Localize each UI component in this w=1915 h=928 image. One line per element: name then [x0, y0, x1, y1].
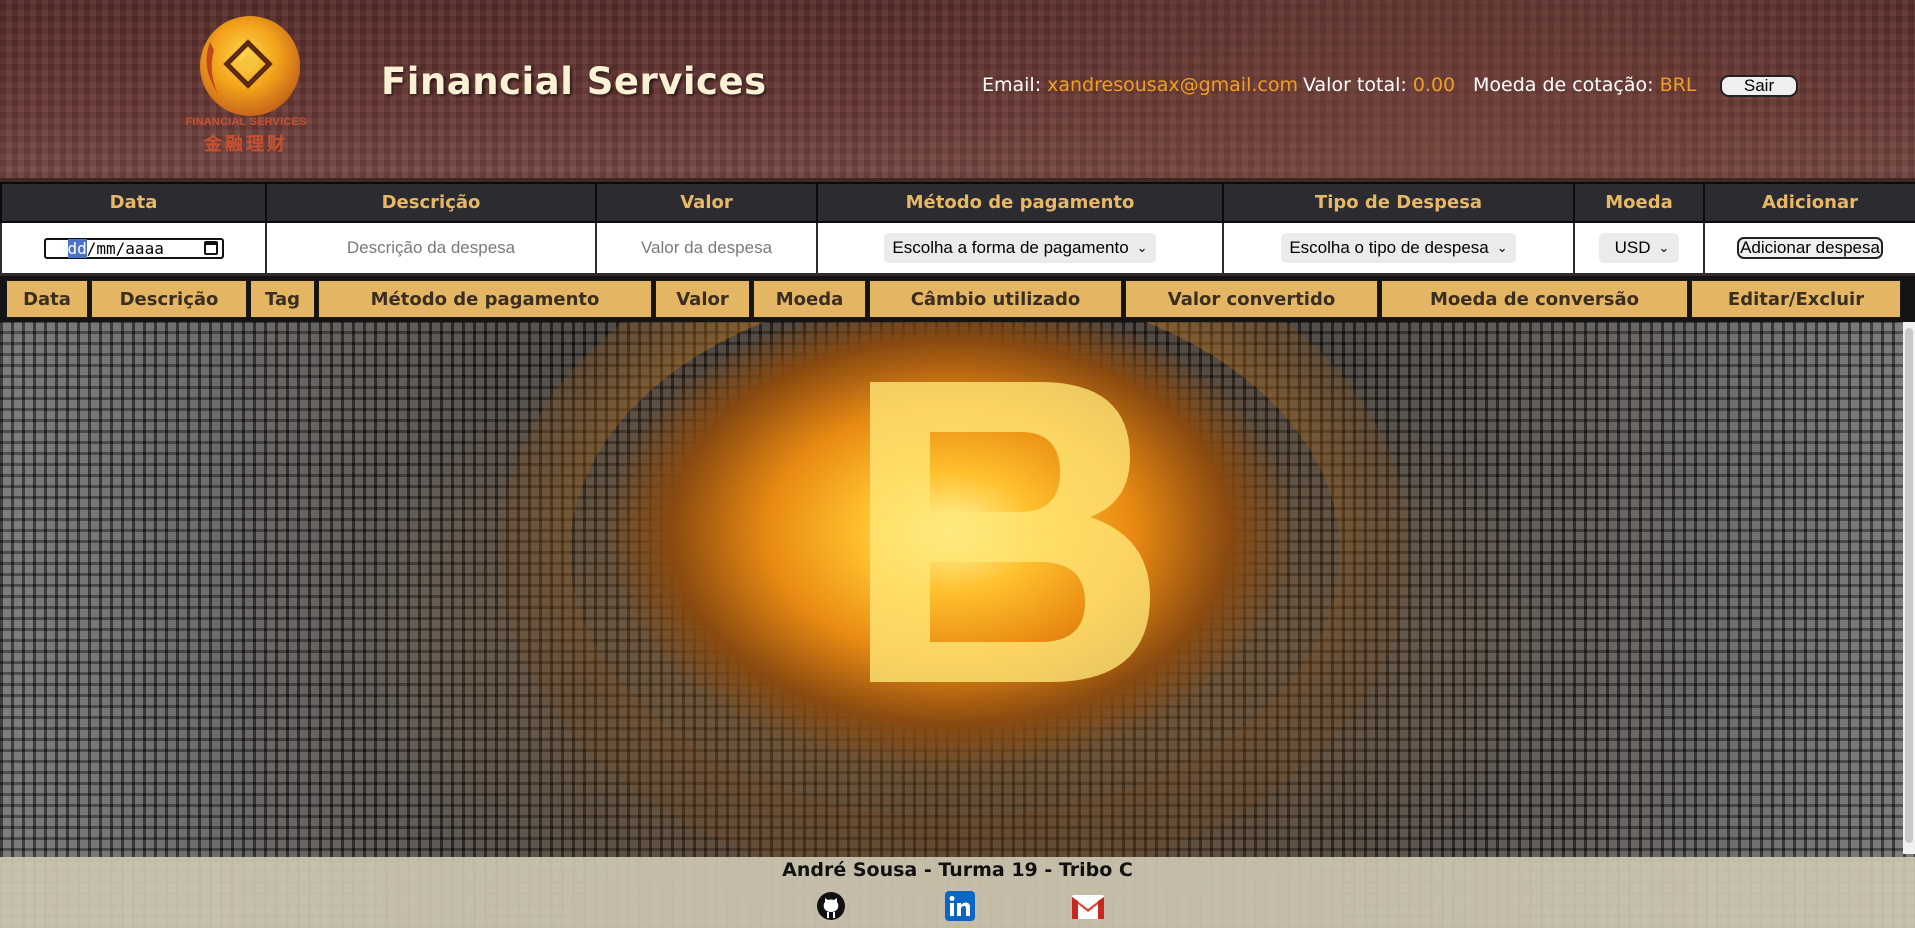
currency-select[interactable]: USD ⌄	[1598, 233, 1680, 263]
form-col-add: Adicionar	[1703, 182, 1915, 223]
chevron-down-icon: ⌄	[1496, 240, 1508, 255]
currency-display: Moeda de cotação: BRL	[1473, 74, 1696, 96]
form-col-value: Valor	[595, 182, 818, 223]
total-label: Valor total:	[1303, 74, 1407, 96]
date-cell: dd/mm/aaaa	[0, 221, 267, 275]
page-title: Financial Services	[381, 60, 767, 103]
type-cell: Escolha o tipo de despesa ⌄	[1222, 221, 1575, 275]
value-cell: Valor da despesa	[595, 221, 818, 275]
value-input[interactable]: Valor da despesa	[641, 238, 772, 257]
table-col-edit-delete: Editar/Excluir	[1691, 280, 1901, 318]
page-footer: André Sousa - Turma 19 - Tribo C	[0, 857, 1915, 928]
total-value: 0.00	[1412, 74, 1456, 96]
payment-cell: Escolha a forma de pagamento ⌄	[816, 221, 1224, 275]
description-input[interactable]: Descrição da despesa	[347, 238, 515, 257]
table-col-exchange-rate: Câmbio utilizado	[869, 280, 1122, 318]
table-col-value: Valor	[655, 280, 750, 318]
chevron-down-icon: ⌄	[1136, 240, 1148, 255]
expense-type-select[interactable]: Escolha o tipo de despesa ⌄	[1281, 233, 1516, 263]
linkedin-icon[interactable]	[945, 891, 975, 921]
bitcoin-symbol-icon	[500, 322, 1410, 887]
form-col-payment-method: Método de pagamento	[816, 182, 1224, 223]
total-display: Valor total: 0.00	[1303, 74, 1455, 96]
currency-label: Moeda de cotação:	[1473, 74, 1654, 96]
date-rest-segment[interactable]: /mm/aaaa	[87, 239, 164, 258]
expense-table: Data Descrição Tag Método de pagamento V…	[0, 276, 1915, 322]
currency-value: BRL	[1659, 74, 1697, 96]
bitcoin-background-image	[0, 322, 1915, 928]
table-col-payment-method: Método de pagamento	[318, 280, 652, 318]
logo-text-cn: 金融理财	[204, 134, 288, 154]
date-day-segment[interactable]: dd	[67, 238, 87, 258]
expense-type-value: Escolha o tipo de despesa	[1289, 238, 1489, 257]
email-label: Email:	[982, 74, 1042, 96]
calendar-icon[interactable]	[203, 241, 218, 255]
table-col-description: Descrição	[91, 280, 247, 318]
form-col-date: Data	[0, 182, 267, 223]
chevron-down-icon: ⌄	[1658, 240, 1670, 255]
table-col-conversion-currency: Moeda de conversão	[1381, 280, 1688, 318]
github-icon[interactable]	[816, 891, 846, 921]
payment-method-value: Escolha a forma de pagamento	[892, 238, 1129, 257]
date-input[interactable]: dd/mm/aaaa	[43, 237, 224, 259]
description-cell: Descrição da despesa	[265, 221, 597, 275]
email-value: xandresousax@gmail.com	[1047, 74, 1298, 96]
form-col-expense-type: Tipo de Despesa	[1222, 182, 1575, 223]
payment-method-select[interactable]: Escolha a forma de pagamento ⌄	[884, 233, 1156, 263]
email-display: Email: xandresousax@gmail.com	[982, 74, 1298, 96]
scrollbar-thumb[interactable]	[1905, 328, 1913, 843]
logout-button[interactable]: Sair	[1720, 75, 1798, 97]
financial-services-logo: FINANCIAL SERVICES 金融理财	[178, 12, 314, 158]
expense-form: Data Descrição Valor Método de pagamento…	[0, 182, 1915, 275]
table-col-converted-value: Valor convertido	[1125, 280, 1378, 318]
app-header: FINANCIAL SERVICES 金融理财 Financial Servic…	[0, 0, 1915, 178]
table-col-date: Data	[6, 280, 88, 318]
currency-select-value: USD	[1614, 238, 1651, 257]
logo-text-en: FINANCIAL SERVICES	[185, 116, 307, 128]
table-col-tag: Tag	[250, 280, 315, 318]
currency-cell: USD ⌄	[1573, 221, 1705, 275]
form-col-currency: Moeda	[1573, 182, 1705, 223]
add-expense-button[interactable]: Adicionar despesa	[1737, 237, 1883, 259]
add-cell: Adicionar despesa	[1703, 221, 1915, 275]
table-col-currency: Moeda	[753, 280, 866, 318]
form-col-description: Descrição	[265, 182, 597, 223]
footer-credit: André Sousa - Turma 19 - Tribo C	[782, 859, 1133, 881]
page-scrollbar[interactable]	[1903, 322, 1915, 854]
gmail-icon[interactable]	[1071, 891, 1105, 921]
